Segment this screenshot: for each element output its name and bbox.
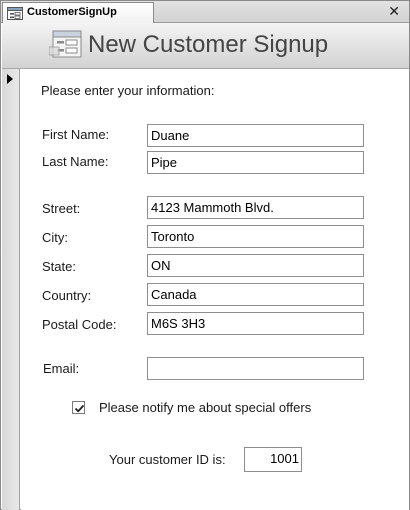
form-icon [7,7,23,20]
country-label: Country: [42,288,92,303]
customer-id-field: 1001 [244,447,302,472]
form-detail: Please enter your information: First Nam… [21,69,409,510]
form-window: CustomerSignUp ✕ New Customer Signup Ple… [0,0,410,510]
notify-label: Please notify me about special offers [99,400,312,415]
last-name-label: Last Name: [42,154,109,169]
tab-customer-signup[interactable]: CustomerSignUp [2,2,154,23]
state-label: State: [42,259,76,274]
form-prompt: Please enter your information: [41,83,215,98]
close-icon[interactable]: ✕ [388,3,400,19]
street-label: Street: [42,201,81,216]
current-record-arrow-icon [7,74,13,84]
state-field[interactable]: ON [147,254,364,277]
street-field[interactable]: 4123 Mammoth Blvd. [147,196,364,219]
last-name-field[interactable]: Pipe [147,151,364,174]
first-name-field[interactable]: Duane [147,124,364,147]
city-field[interactable]: Toronto [147,225,364,248]
form-header: New Customer Signup [2,23,409,69]
postal-code-label: Postal Code: [42,317,117,332]
email-label: Email: [43,361,80,376]
checkmark-icon [74,404,85,413]
notify-checkbox[interactable] [72,401,85,414]
document-tab-bar: CustomerSignUp ✕ [1,1,409,23]
city-label: City: [42,230,68,245]
postal-code-field[interactable]: M6S 3H3 [147,312,364,335]
email-field[interactable] [147,357,364,380]
country-field[interactable]: Canada [147,283,364,306]
customer-id-label: Your customer ID is: [109,452,226,467]
tab-label: CustomerSignUp [27,6,117,18]
form-icon [48,29,83,59]
first-name-label: First Name: [42,127,110,142]
form-title: New Customer Signup [88,31,329,58]
record-selector[interactable] [2,69,20,510]
